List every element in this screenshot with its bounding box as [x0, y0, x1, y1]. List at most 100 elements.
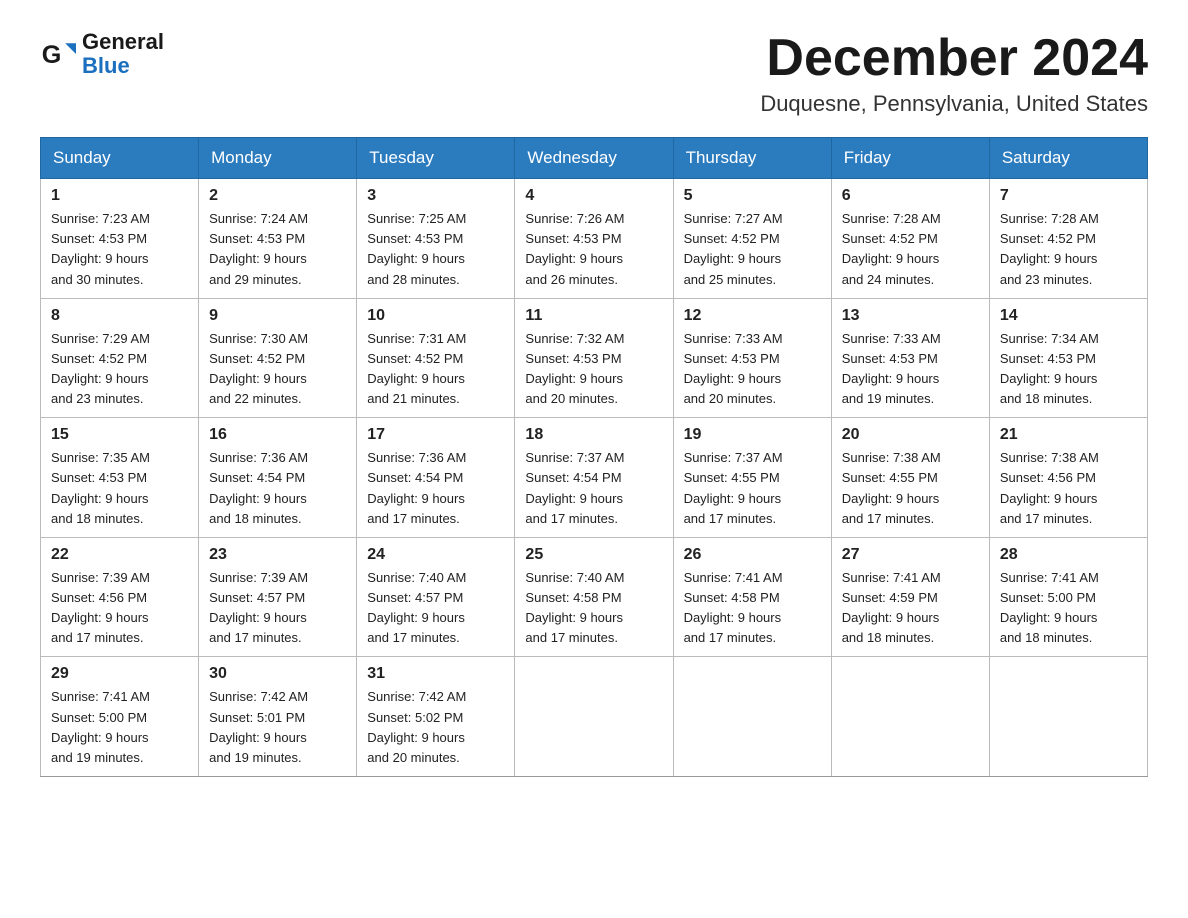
day-number: 25: [525, 546, 662, 564]
day-number: 9: [209, 307, 346, 325]
calendar-cell: 16 Sunrise: 7:36 AMSunset: 4:54 PMDaylig…: [199, 418, 357, 538]
month-title: December 2024: [760, 30, 1148, 87]
day-number: 26: [684, 546, 821, 564]
day-number: 6: [842, 187, 979, 205]
calendar-cell: 13 Sunrise: 7:33 AMSunset: 4:53 PMDaylig…: [831, 298, 989, 418]
day-info: Sunrise: 7:29 AMSunset: 4:52 PMDaylight:…: [51, 331, 150, 406]
day-number: 3: [367, 187, 504, 205]
day-number: 4: [525, 187, 662, 205]
day-number: 13: [842, 307, 979, 325]
day-number: 19: [684, 426, 821, 444]
day-info: Sunrise: 7:41 AMSunset: 5:00 PMDaylight:…: [51, 689, 150, 764]
day-info: Sunrise: 7:38 AMSunset: 4:55 PMDaylight:…: [842, 450, 941, 525]
day-info: Sunrise: 7:40 AMSunset: 4:57 PMDaylight:…: [367, 570, 466, 645]
day-info: Sunrise: 7:32 AMSunset: 4:53 PMDaylight:…: [525, 331, 624, 406]
day-info: Sunrise: 7:35 AMSunset: 4:53 PMDaylight:…: [51, 450, 150, 525]
calendar-cell: [515, 657, 673, 777]
calendar-body: 1 Sunrise: 7:23 AMSunset: 4:53 PMDayligh…: [41, 179, 1148, 777]
day-info: Sunrise: 7:24 AMSunset: 4:53 PMDaylight:…: [209, 211, 308, 286]
day-number: 21: [1000, 426, 1137, 444]
day-info: Sunrise: 7:42 AMSunset: 5:02 PMDaylight:…: [367, 689, 466, 764]
calendar-cell: 5 Sunrise: 7:27 AMSunset: 4:52 PMDayligh…: [673, 179, 831, 299]
day-number: 24: [367, 546, 504, 564]
day-number: 28: [1000, 546, 1137, 564]
day-info: Sunrise: 7:25 AMSunset: 4:53 PMDaylight:…: [367, 211, 466, 286]
day-number: 23: [209, 546, 346, 564]
calendar-cell: 6 Sunrise: 7:28 AMSunset: 4:52 PMDayligh…: [831, 179, 989, 299]
calendar-cell: 25 Sunrise: 7:40 AMSunset: 4:58 PMDaylig…: [515, 537, 673, 657]
calendar-cell: 15 Sunrise: 7:35 AMSunset: 4:53 PMDaylig…: [41, 418, 199, 538]
calendar-cell: 21 Sunrise: 7:38 AMSunset: 4:56 PMDaylig…: [989, 418, 1147, 538]
weekday-header-saturday: Saturday: [989, 138, 1147, 179]
day-number: 14: [1000, 307, 1137, 325]
calendar-cell: 18 Sunrise: 7:37 AMSunset: 4:54 PMDaylig…: [515, 418, 673, 538]
title-area: December 2024 Duquesne, Pennsylvania, Un…: [760, 30, 1148, 117]
calendar-cell: 7 Sunrise: 7:28 AMSunset: 4:52 PMDayligh…: [989, 179, 1147, 299]
calendar-cell: 27 Sunrise: 7:41 AMSunset: 4:59 PMDaylig…: [831, 537, 989, 657]
day-info: Sunrise: 7:28 AMSunset: 4:52 PMDaylight:…: [842, 211, 941, 286]
day-info: Sunrise: 7:41 AMSunset: 5:00 PMDaylight:…: [1000, 570, 1099, 645]
calendar-week-3: 15 Sunrise: 7:35 AMSunset: 4:53 PMDaylig…: [41, 418, 1148, 538]
day-info: Sunrise: 7:41 AMSunset: 4:58 PMDaylight:…: [684, 570, 783, 645]
weekday-header-row: SundayMondayTuesdayWednesdayThursdayFrid…: [41, 138, 1148, 179]
day-info: Sunrise: 7:27 AMSunset: 4:52 PMDaylight:…: [684, 211, 783, 286]
calendar-cell: 3 Sunrise: 7:25 AMSunset: 4:53 PMDayligh…: [357, 179, 515, 299]
day-number: 27: [842, 546, 979, 564]
calendar-cell: 24 Sunrise: 7:40 AMSunset: 4:57 PMDaylig…: [357, 537, 515, 657]
calendar-cell: 4 Sunrise: 7:26 AMSunset: 4:53 PMDayligh…: [515, 179, 673, 299]
calendar-cell: [989, 657, 1147, 777]
header: G General Blue December 2024 Duquesne, P…: [40, 30, 1148, 117]
calendar-cell: 8 Sunrise: 7:29 AMSunset: 4:52 PMDayligh…: [41, 298, 199, 418]
day-number: 31: [367, 665, 504, 683]
calendar-cell: 28 Sunrise: 7:41 AMSunset: 5:00 PMDaylig…: [989, 537, 1147, 657]
calendar-cell: 14 Sunrise: 7:34 AMSunset: 4:53 PMDaylig…: [989, 298, 1147, 418]
calendar-cell: 26 Sunrise: 7:41 AMSunset: 4:58 PMDaylig…: [673, 537, 831, 657]
day-info: Sunrise: 7:36 AMSunset: 4:54 PMDaylight:…: [209, 450, 308, 525]
day-info: Sunrise: 7:37 AMSunset: 4:55 PMDaylight:…: [684, 450, 783, 525]
calendar-week-5: 29 Sunrise: 7:41 AMSunset: 5:00 PMDaylig…: [41, 657, 1148, 777]
day-number: 22: [51, 546, 188, 564]
day-number: 7: [1000, 187, 1137, 205]
day-info: Sunrise: 7:26 AMSunset: 4:53 PMDaylight:…: [525, 211, 624, 286]
day-number: 18: [525, 426, 662, 444]
day-number: 29: [51, 665, 188, 683]
calendar-week-1: 1 Sunrise: 7:23 AMSunset: 4:53 PMDayligh…: [41, 179, 1148, 299]
day-info: Sunrise: 7:33 AMSunset: 4:53 PMDaylight:…: [684, 331, 783, 406]
weekday-header-friday: Friday: [831, 138, 989, 179]
logo-text: General Blue: [82, 30, 164, 78]
day-info: Sunrise: 7:39 AMSunset: 4:57 PMDaylight:…: [209, 570, 308, 645]
svg-text:G: G: [42, 41, 62, 69]
calendar-cell: 9 Sunrise: 7:30 AMSunset: 4:52 PMDayligh…: [199, 298, 357, 418]
calendar-cell: 30 Sunrise: 7:42 AMSunset: 5:01 PMDaylig…: [199, 657, 357, 777]
calendar-cell: 20 Sunrise: 7:38 AMSunset: 4:55 PMDaylig…: [831, 418, 989, 538]
day-info: Sunrise: 7:37 AMSunset: 4:54 PMDaylight:…: [525, 450, 624, 525]
calendar-cell: 12 Sunrise: 7:33 AMSunset: 4:53 PMDaylig…: [673, 298, 831, 418]
calendar-cell: 22 Sunrise: 7:39 AMSunset: 4:56 PMDaylig…: [41, 537, 199, 657]
day-number: 8: [51, 307, 188, 325]
calendar-cell: 23 Sunrise: 7:39 AMSunset: 4:57 PMDaylig…: [199, 537, 357, 657]
calendar-table: SundayMondayTuesdayWednesdayThursdayFrid…: [40, 137, 1148, 777]
day-info: Sunrise: 7:28 AMSunset: 4:52 PMDaylight:…: [1000, 211, 1099, 286]
logo-icon: G: [40, 36, 76, 72]
day-info: Sunrise: 7:23 AMSunset: 4:53 PMDaylight:…: [51, 211, 150, 286]
day-info: Sunrise: 7:36 AMSunset: 4:54 PMDaylight:…: [367, 450, 466, 525]
calendar-cell: 19 Sunrise: 7:37 AMSunset: 4:55 PMDaylig…: [673, 418, 831, 538]
calendar-cell: 11 Sunrise: 7:32 AMSunset: 4:53 PMDaylig…: [515, 298, 673, 418]
logo-blue: Blue: [82, 54, 164, 78]
day-info: Sunrise: 7:31 AMSunset: 4:52 PMDaylight:…: [367, 331, 466, 406]
calendar-cell: 2 Sunrise: 7:24 AMSunset: 4:53 PMDayligh…: [199, 179, 357, 299]
day-info: Sunrise: 7:42 AMSunset: 5:01 PMDaylight:…: [209, 689, 308, 764]
day-info: Sunrise: 7:34 AMSunset: 4:53 PMDaylight:…: [1000, 331, 1099, 406]
day-number: 1: [51, 187, 188, 205]
day-number: 17: [367, 426, 504, 444]
day-number: 15: [51, 426, 188, 444]
weekday-header-thursday: Thursday: [673, 138, 831, 179]
calendar-week-4: 22 Sunrise: 7:39 AMSunset: 4:56 PMDaylig…: [41, 537, 1148, 657]
location-title: Duquesne, Pennsylvania, United States: [760, 91, 1148, 117]
day-number: 2: [209, 187, 346, 205]
calendar-cell: [831, 657, 989, 777]
logo: G General Blue: [40, 30, 164, 78]
day-number: 5: [684, 187, 821, 205]
day-info: Sunrise: 7:38 AMSunset: 4:56 PMDaylight:…: [1000, 450, 1099, 525]
calendar-cell: 1 Sunrise: 7:23 AMSunset: 4:53 PMDayligh…: [41, 179, 199, 299]
